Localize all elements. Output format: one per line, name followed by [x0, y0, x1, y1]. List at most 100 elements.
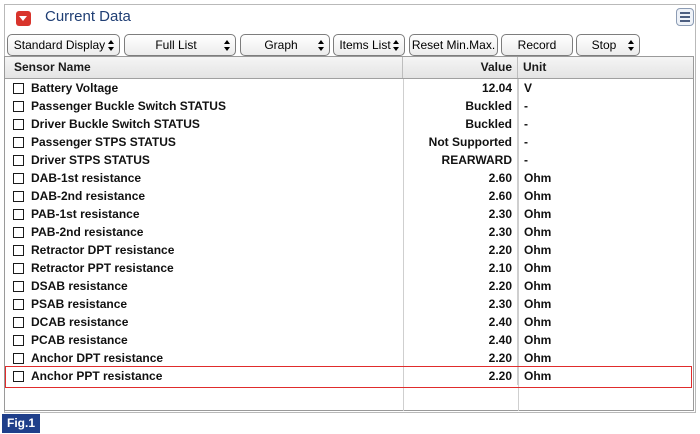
sensor-unit: -	[524, 117, 528, 131]
sensor-value: 12.04	[403, 79, 518, 97]
sensor-unit: Ohm	[524, 315, 552, 329]
table-row[interactable]: PAB-2nd resistance 2.30 Ohm	[5, 223, 693, 241]
sensor-unit: Ohm	[524, 279, 552, 293]
sensor-name: Passenger Buckle Switch STATUS	[31, 99, 226, 113]
table-row[interactable]: DAB-2nd resistance 2.60 Ohm	[5, 187, 693, 205]
collapse-button[interactable]	[16, 11, 31, 26]
sensor-name: DSAB resistance	[31, 279, 128, 293]
table-row[interactable]: PSAB resistance 2.30 Ohm	[5, 295, 693, 313]
full-list-select[interactable]: Full List	[124, 34, 236, 56]
sensor-name: DCAB resistance	[31, 315, 129, 329]
sensor-value: 2.40	[403, 331, 518, 349]
sensor-value: 2.20	[403, 241, 518, 259]
sensor-value: Not Supported	[403, 133, 518, 151]
table-row[interactable]: DSAB resistance 2.20 Ohm	[5, 277, 693, 295]
table-row[interactable]: DAB-1st resistance 2.60 Ohm	[5, 169, 693, 187]
items-list-select[interactable]: Items List	[333, 34, 405, 56]
sensor-name: Anchor DPT resistance	[31, 351, 164, 365]
sensor-value: 2.60	[403, 187, 518, 205]
sensor-unit: Ohm	[524, 207, 552, 221]
sensor-unit: -	[524, 153, 528, 167]
stop-select[interactable]: Stop	[576, 34, 640, 56]
sensor-data-table: Sensor Name Value Unit Battery Voltage 12…	[4, 56, 694, 411]
sensor-unit: -	[524, 99, 528, 113]
window-title: Current Data	[45, 8, 131, 25]
sensor-unit: Ohm	[524, 333, 552, 347]
table-body: Battery Voltage 12.04 V Passenger Buckle Sw…	[5, 79, 693, 388]
table-row[interactable]: PAB-1st resistance 2.30 Ohm	[5, 205, 693, 223]
stop-label: Stop	[591, 38, 617, 52]
menu-icon	[680, 12, 690, 14]
sensor-value: 2.20	[403, 277, 518, 295]
table-row[interactable]: PCAB resistance 2.40 Ohm	[5, 331, 693, 349]
sensor-unit: Ohm	[524, 189, 552, 203]
sensor-value: 2.20	[403, 349, 518, 367]
sensor-unit: Ohm	[524, 171, 552, 185]
sensor-name: DAB-1st resistance	[31, 171, 142, 185]
sensor-unit: Ohm	[524, 225, 552, 239]
sensor-name: PAB-1st resistance	[31, 207, 140, 221]
sensor-name: PSAB resistance	[31, 297, 128, 311]
sensor-value: 2.10	[403, 259, 518, 277]
record-button[interactable]: Record	[501, 34, 573, 56]
menu-button[interactable]	[676, 8, 694, 26]
column-header-sensor-name[interactable]: Sensor Name	[5, 57, 403, 78]
graph-select[interactable]: Graph	[240, 34, 330, 56]
table-header: Sensor Name Value Unit	[5, 57, 693, 79]
full-list-label: Full List	[155, 38, 197, 52]
graph-label: Graph	[264, 38, 298, 52]
column-header-value[interactable]: Value	[403, 57, 518, 78]
table-row[interactable]: Anchor DPT resistance 2.20 Ohm	[5, 349, 693, 367]
table-row[interactable]: Driver STPS STATUS REARWARD -	[5, 151, 693, 169]
sensor-value: Buckled	[403, 115, 518, 133]
standard-display-label: Standard Display	[13, 38, 106, 52]
sensor-value: 2.30	[403, 223, 518, 241]
sensor-name: Passenger STPS STATUS	[31, 135, 176, 149]
sensor-unit: V	[524, 81, 533, 95]
table-row[interactable]: Retractor DPT resistance 2.20 Ohm	[5, 241, 693, 259]
updown-arrow-icon	[628, 40, 635, 51]
sensor-name: Retractor PPT resistance	[31, 261, 174, 275]
column-header-unit[interactable]: Unit	[518, 57, 693, 78]
table-row[interactable]: Retractor PPT resistance 2.10 Ohm	[5, 259, 693, 277]
record-label: Record	[517, 38, 557, 52]
updown-arrow-icon	[224, 40, 231, 51]
updown-arrow-icon	[108, 40, 115, 51]
sensor-name: Driver Buckle Switch STATUS	[31, 117, 200, 131]
sensor-value: 2.30	[403, 205, 518, 223]
table-row[interactable]: Anchor PPT resistance 2.20 Ohm	[5, 366, 693, 388]
updown-arrow-icon	[318, 40, 325, 51]
sensor-name: PAB-2nd resistance	[31, 225, 144, 239]
sensor-name: PCAB resistance	[31, 333, 128, 347]
sensor-unit: Ohm	[524, 243, 552, 257]
sensor-name: Anchor PPT resistance	[31, 369, 163, 383]
sensor-value: 2.60	[403, 169, 518, 187]
table-row[interactable]: Driver Buckle Switch STATUS Buckled -	[5, 115, 693, 133]
sensor-name: Driver STPS STATUS	[31, 153, 150, 167]
sensor-value: REARWARD	[403, 151, 518, 169]
sensor-unit: Ohm	[524, 261, 552, 275]
reset-min-max-button[interactable]: Reset Min.Max.	[409, 34, 498, 56]
table-row[interactable]: Passenger STPS STATUS Not Supported -	[5, 133, 693, 151]
sensor-unit: Ohm	[524, 297, 552, 311]
sensor-unit: Ohm	[524, 351, 552, 365]
sensor-name: Battery Voltage	[31, 81, 119, 95]
figure-label: Fig.1	[2, 414, 40, 433]
title-bar: Current Data	[5, 5, 695, 31]
table-row[interactable]: Passenger Buckle Switch STATUS Buckled -	[5, 97, 693, 115]
sensor-unit: Ohm	[524, 369, 552, 383]
table-row[interactable]: DCAB resistance 2.40 Ohm	[5, 313, 693, 331]
sensor-value: 2.30	[403, 295, 518, 313]
toolbar: Standard Display Full List Graph Items L…	[7, 34, 695, 58]
row-checkbox[interactable]	[13, 371, 24, 382]
sensor-value: 2.40	[403, 313, 518, 331]
sensor-unit: -	[524, 135, 528, 149]
table-row[interactable]: Battery Voltage 12.04 V	[5, 79, 693, 97]
sensor-name: DAB-2nd resistance	[31, 189, 146, 203]
updown-arrow-icon	[393, 40, 400, 51]
sensor-value: Buckled	[403, 97, 518, 115]
items-list-label: Items List	[339, 38, 391, 52]
sensor-value: 2.20	[403, 367, 518, 385]
standard-display-select[interactable]: Standard Display	[7, 34, 120, 56]
sensor-name: Retractor DPT resistance	[31, 243, 175, 257]
